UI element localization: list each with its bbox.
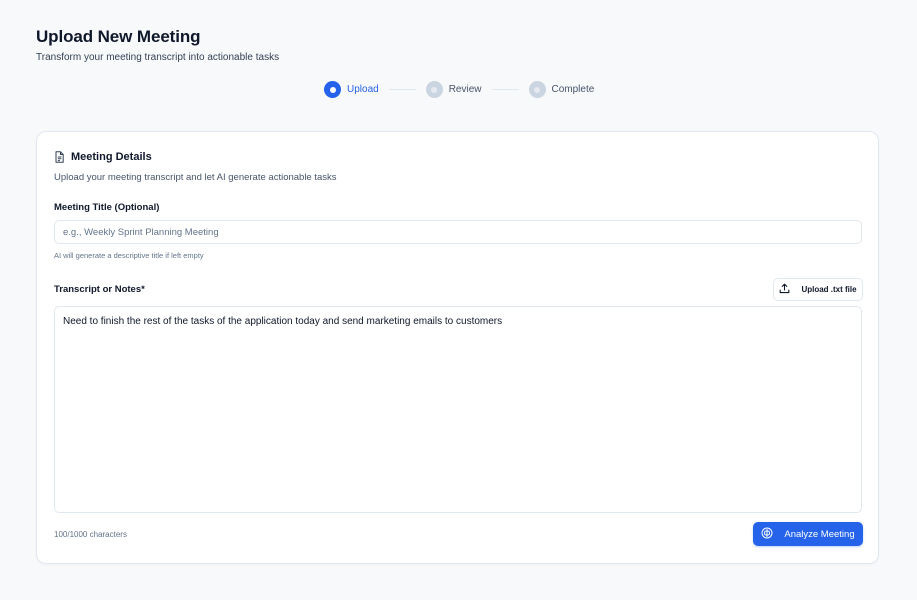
meeting-title-label: Meeting Title (Optional) (54, 202, 160, 213)
step-complete-label: Complete (551, 84, 595, 95)
page-title: Upload New Meeting (36, 27, 201, 46)
card-description: Upload your meeting transcript and let A… (54, 172, 337, 183)
brain-icon (761, 527, 784, 542)
transcript-label: Transcript or Notes* (54, 284, 145, 295)
card-title: Meeting Details (71, 151, 152, 163)
page-subtitle: Transform your meeting transcript into a… (36, 52, 280, 63)
transcript-textarea[interactable]: Need to finish the rest of the tasks of … (54, 306, 862, 513)
card-header: Meeting Details (54, 151, 152, 163)
meeting-title-input[interactable] (54, 220, 862, 244)
step-complete-indicator (528, 81, 546, 98)
analyze-meeting-button[interactable]: Analyze Meeting (753, 522, 863, 546)
step-review: Review (425, 81, 482, 98)
step-review-indicator (425, 81, 443, 98)
step-upload: Upload (324, 81, 379, 98)
meeting-title-hint: AI will generate a descriptive title if … (54, 251, 204, 260)
character-count: 100/1000 characters (54, 530, 127, 539)
upload-icon (779, 283, 801, 296)
step-upload-label: Upload (347, 84, 379, 95)
meeting-details-card: Meeting Details Upload your meeting tran… (36, 131, 879, 564)
analyze-meeting-label: Analyze Meeting (784, 528, 855, 540)
document-icon (54, 151, 65, 163)
progress-stepper: Upload Review Complete (324, 80, 594, 99)
step-complete: Complete (528, 81, 595, 98)
upload-txt-button[interactable]: Upload .txt file (773, 278, 863, 301)
step-connector (388, 89, 416, 90)
step-upload-indicator (324, 81, 341, 98)
step-review-label: Review (448, 84, 482, 95)
upload-txt-label: Upload .txt file (801, 285, 857, 294)
step-connector (491, 89, 519, 90)
